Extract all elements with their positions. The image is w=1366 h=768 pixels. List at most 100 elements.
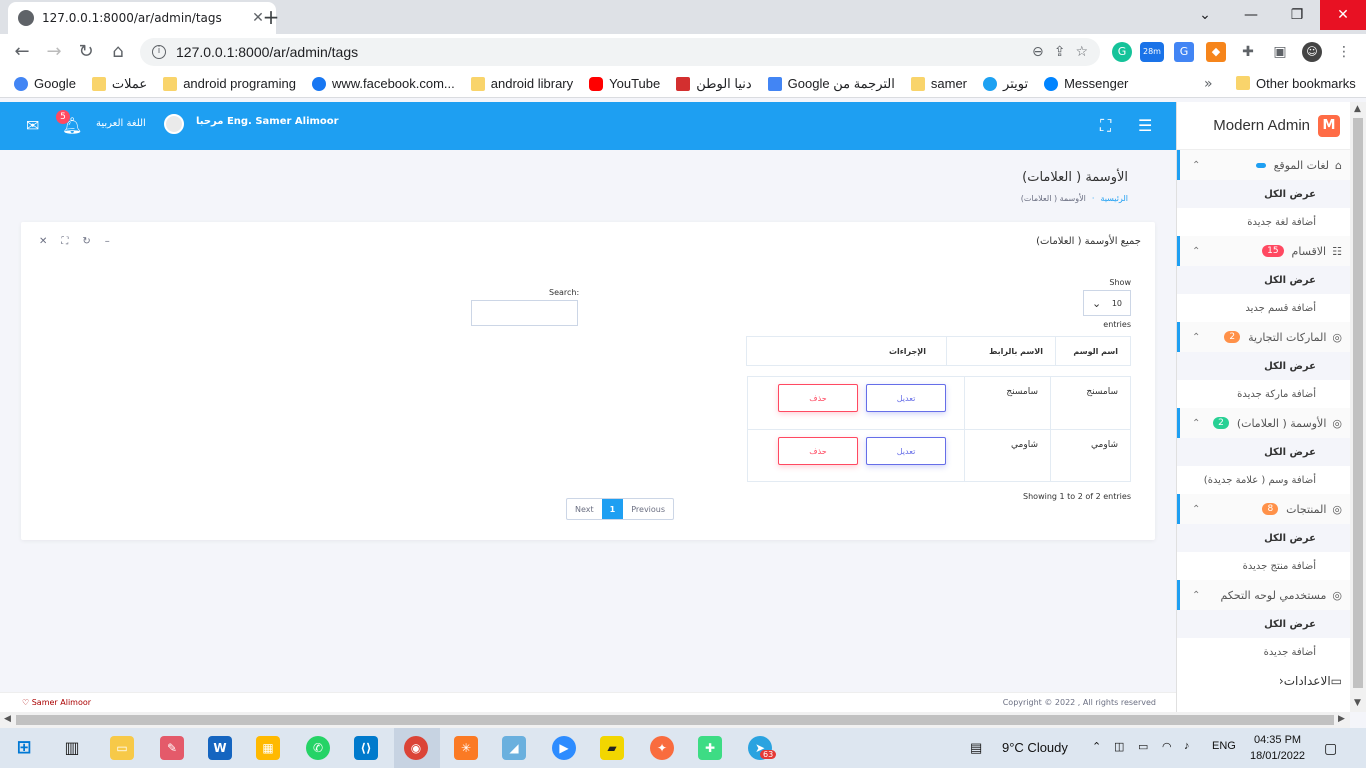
bookmark-folder[interactable]: عملات — [91, 76, 147, 92]
battery-icon[interactable]: ▭ — [1138, 740, 1148, 753]
bookmark-translate[interactable]: Google الترجمة من — [767, 76, 895, 92]
windows-start-icon[interactable]: ⊞ — [12, 736, 36, 760]
url-text[interactable]: 127.0.0.1:8000/ar/admin/tags — [176, 44, 1022, 60]
column-header[interactable]: الإجراءات — [747, 337, 946, 365]
delete-button[interactable]: حذف — [778, 437, 858, 465]
home-icon[interactable]: ⌂ — [106, 40, 130, 64]
bookmark-donya[interactable]: دنيا الوطن — [676, 76, 752, 92]
scroll-right-icon[interactable]: ▶ — [1338, 714, 1345, 724]
expand-icon[interactable]: ⛶ — [61, 236, 68, 247]
minimize-button[interactable]: — — [1228, 0, 1274, 30]
postman-icon[interactable]: ✦ — [650, 736, 674, 760]
chrome-icon[interactable]: ◉ — [404, 736, 428, 760]
avatar[interactable] — [164, 114, 184, 134]
sidebar-subitem[interactable]: أضافة وسم ( علامة جديدة) — [1177, 466, 1350, 494]
menu-dots-icon[interactable]: ⋮ — [1334, 42, 1354, 62]
delete-button[interactable]: حذف — [778, 384, 858, 412]
sticky-app-icon[interactable]: ◢ — [502, 736, 526, 760]
file-explorer-icon[interactable]: ▭ — [110, 736, 134, 760]
reload-icon[interactable]: ↻ — [82, 236, 90, 247]
scroll-up-icon[interactable]: ▲ — [1354, 104, 1361, 114]
reload-icon[interactable]: ↻ — [74, 40, 98, 64]
next-page-button[interactable]: Next — [567, 499, 602, 519]
xampp-icon[interactable]: ✳ — [454, 736, 478, 760]
restore-button[interactable]: ❐ — [1274, 0, 1320, 30]
sidebar-item-group-3[interactable]: ◎ الأوسمة ( العلامات) 2 ⌃ — [1177, 408, 1350, 438]
language-switch[interactable]: اللغة العربية — [96, 118, 146, 129]
grammarly-icon[interactable]: G — [1112, 42, 1132, 62]
profile-avatar-icon[interactable]: ☺ — [1302, 42, 1322, 62]
bookmark-star-icon[interactable]: ☆ — [1075, 44, 1088, 60]
edit-button[interactable]: تعديل — [866, 437, 946, 465]
sidebar-item-group-2[interactable]: ◎ الماركات التجارية 2 ⌃ — [1177, 322, 1350, 352]
zoom-icon[interactable]: ⊖ — [1032, 44, 1044, 60]
sidebar-subitem[interactable]: عرض الكل — [1177, 266, 1350, 294]
tray-chevron-icon[interactable]: ⌃ — [1092, 740, 1101, 753]
camera-icon[interactable]: ◫ — [1114, 740, 1124, 753]
vertical-scrollbar[interactable]: ▲ ▼ — [1350, 102, 1366, 712]
mail-icon[interactable]: ✉ — [26, 116, 39, 135]
brand[interactable]: Modern Admin M — [1177, 102, 1350, 150]
bookmark-facebook[interactable]: www.facebook.com... — [311, 76, 455, 91]
notifications-icon[interactable]: ▢ — [1324, 740, 1337, 757]
bookmarks-overflow-icon[interactable]: » — [1204, 76, 1213, 92]
edit-button[interactable]: تعديل — [866, 384, 946, 412]
word-icon[interactable]: W — [208, 736, 232, 760]
new-tab-button[interactable]: + — [260, 6, 282, 28]
scroll-down-icon[interactable]: ▼ — [1354, 698, 1361, 708]
omnibox[interactable]: i 127.0.0.1:8000/ar/admin/tags ⊖ ⇪ ☆ — [140, 38, 1100, 66]
weather-text[interactable]: 9°C Cloudy — [1002, 740, 1068, 755]
breadcrumb-home[interactable]: الرئيسية — [1100, 194, 1128, 203]
close-icon[interactable]: ✕ — [39, 236, 47, 247]
extension-28m-icon[interactable]: 28m — [1140, 42, 1164, 62]
sidebar-subitem[interactable]: أضافة قسم جديد — [1177, 294, 1350, 322]
sticky-notes-icon[interactable]: ▰ — [600, 736, 624, 760]
column-header[interactable]: اسم الوسم — [1055, 337, 1130, 365]
site-info-icon[interactable]: i — [152, 45, 166, 59]
bookmark-folder[interactable]: samer — [910, 76, 967, 91]
metamask-icon[interactable]: ◆ — [1206, 42, 1226, 62]
horizontal-scrollbar[interactable]: ◀ ▶ — [0, 712, 1350, 728]
previous-page-button[interactable]: Previous — [623, 499, 673, 519]
tab-search-icon[interactable]: ⌄ — [1182, 0, 1228, 30]
bookmark-google[interactable]: Google — [14, 76, 76, 91]
sidebar-subitem[interactable]: عرض الكل — [1177, 438, 1350, 466]
back-icon[interactable]: ← — [10, 40, 34, 64]
bookmark-twitter[interactable]: تويتر — [983, 76, 1028, 92]
search-input[interactable] — [471, 300, 578, 326]
scroll-thumb[interactable] — [16, 715, 1334, 725]
whatsapp-icon[interactable]: ✆ — [306, 736, 330, 760]
weather-icon[interactable]: ▤ — [970, 740, 982, 756]
close-window-button[interactable]: ✕ — [1320, 0, 1366, 30]
sidebar-item-group-4[interactable]: ◎ المنتجات 8 ⌃ — [1177, 494, 1350, 524]
sidebar-item-group-1[interactable]: ☷ الاقسام 15 ⌃ — [1177, 236, 1350, 266]
bookmark-messenger[interactable]: Messenger — [1044, 76, 1128, 91]
sidebar-subitem[interactable]: عرض الكل — [1177, 610, 1350, 638]
wifi-icon[interactable]: ◠ — [1162, 740, 1172, 753]
collapse-icon[interactable]: – — [105, 236, 110, 247]
language-indicator[interactable]: ENG — [1212, 740, 1236, 752]
fullscreen-icon[interactable]: ⛶ — [1100, 116, 1111, 136]
side-panel-icon[interactable]: ▣ — [1270, 42, 1290, 62]
volume-icon[interactable]: ♪ — [1184, 740, 1190, 752]
task-view-icon[interactable]: ▥ — [60, 736, 84, 760]
android-studio-icon[interactable]: ✚ — [698, 736, 722, 760]
sidebar-item-settings[interactable]: ▭ الاعدادات ‹ — [1177, 666, 1350, 696]
sidebar-subitem[interactable]: عرض الكل — [1177, 352, 1350, 380]
hamburger-menu-icon[interactable]: ☰ — [1138, 116, 1152, 135]
sidebar-subitem[interactable]: عرض الكل — [1177, 180, 1350, 208]
bookmark-folder[interactable]: android programing — [163, 76, 296, 91]
zoom-icon[interactable]: ▶ — [552, 736, 576, 760]
user-greeting[interactable]: مرحبا Eng. Samer Alimoor — [196, 116, 339, 127]
sidebar-subitem[interactable]: أضافة جديدة — [1177, 638, 1350, 666]
clock[interactable]: 04:35 PM 18/01/2022 — [1250, 732, 1305, 764]
entries-select[interactable]: 10 ⌄ — [1083, 290, 1131, 316]
sidebar-item-group-0[interactable]: ⌂ لغات الموقع ⌃ — [1177, 150, 1350, 180]
extensions-puzzle-icon[interactable]: ✚ — [1238, 42, 1258, 62]
scroll-left-icon[interactable]: ◀ — [4, 714, 11, 724]
share-icon[interactable]: ⇪ — [1054, 44, 1066, 60]
sidebar-subitem[interactable]: عرض الكل — [1177, 524, 1350, 552]
sidebar-subitem[interactable]: أضافة منتج جديدة — [1177, 552, 1350, 580]
sidebar-subitem[interactable]: أضافة ماركة جديدة — [1177, 380, 1350, 408]
translate-icon[interactable]: G — [1174, 42, 1194, 62]
